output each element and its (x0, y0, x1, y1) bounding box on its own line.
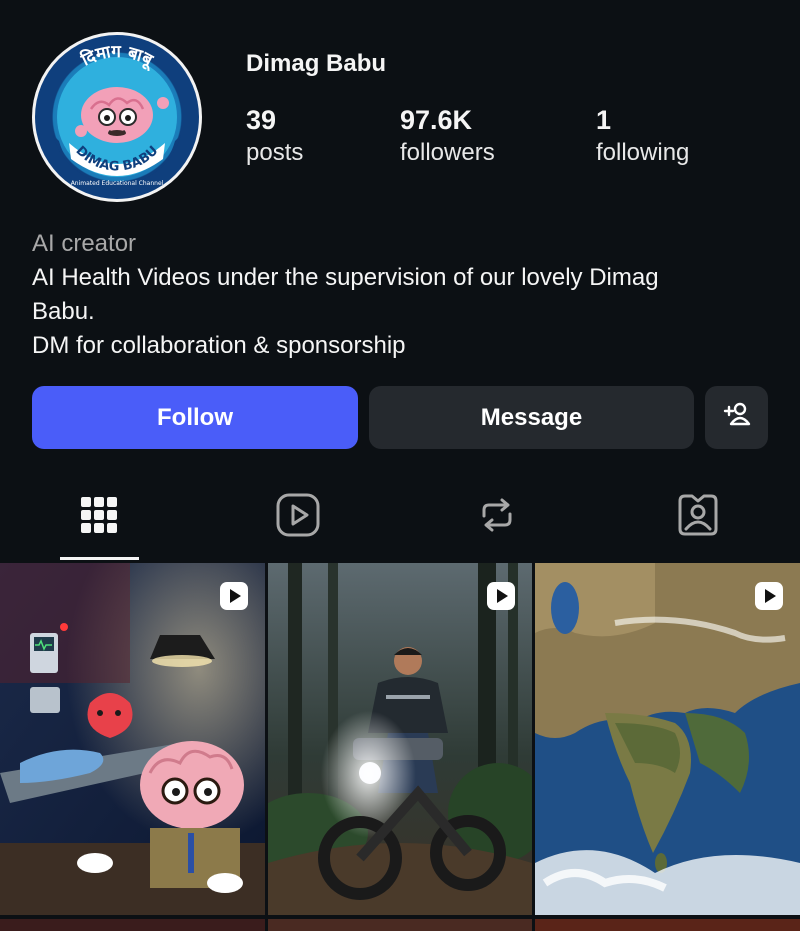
tab-tagged[interactable] (675, 494, 721, 540)
post-thumbnail[interactable] (268, 563, 532, 915)
tab-reposts[interactable] (474, 494, 520, 540)
following-value: 1 (596, 105, 612, 135)
posts-label: posts (246, 139, 304, 166)
post-thumbnail[interactable] (535, 563, 800, 915)
post-thumbnail[interactable] (268, 919, 532, 931)
add-friend-button[interactable] (705, 386, 768, 449)
tagged-icon (675, 492, 721, 543)
posts-grid (0, 563, 800, 931)
reel-badge-icon (219, 581, 249, 611)
followers-label: followers (400, 139, 495, 166)
message-button[interactable]: Message (369, 386, 694, 449)
following-count[interactable]: 1 following (596, 104, 689, 170)
tab-posts-grid[interactable] (76, 494, 122, 540)
grid-icon (79, 495, 119, 540)
reposts-icon (474, 492, 520, 543)
bio-line: AI Health Videos under the supervision o… (32, 264, 659, 291)
profile-avatar[interactable]: दिमाग बाबू DIMAG BABU Animated Education… (32, 32, 202, 202)
following-label: following (596, 139, 690, 166)
followers-value: 97.6K (400, 105, 473, 135)
post-thumbnail[interactable] (0, 919, 265, 931)
logo-tagline: Animated Educational Channel (71, 180, 164, 187)
reel-badge-icon (486, 581, 516, 611)
posts-value: 39 (246, 105, 277, 135)
reels-icon (275, 492, 321, 543)
reel-badge-icon (754, 581, 784, 611)
avatar-logo: दिमाग बाबू DIMAG BABU Animated Education… (35, 35, 199, 199)
profile-category: AI creator (32, 230, 137, 257)
active-tab-indicator (60, 557, 139, 560)
tab-reels[interactable] (275, 492, 321, 543)
followers-count[interactable]: 97.6K followers (400, 104, 495, 170)
person-add-icon (722, 399, 752, 436)
post-thumbnail[interactable] (0, 563, 265, 915)
post-thumbnail[interactable] (535, 919, 800, 931)
profile-bio: AI creator AI Health Videos under the su… (32, 227, 772, 363)
posts-count: 39 posts (246, 104, 303, 170)
follow-button[interactable]: Follow (32, 386, 358, 449)
bio-line: Babu. (32, 298, 95, 325)
bio-line: DM for collaboration & sponsorship (32, 332, 406, 359)
profile-username: Dimag Babu (246, 50, 387, 77)
